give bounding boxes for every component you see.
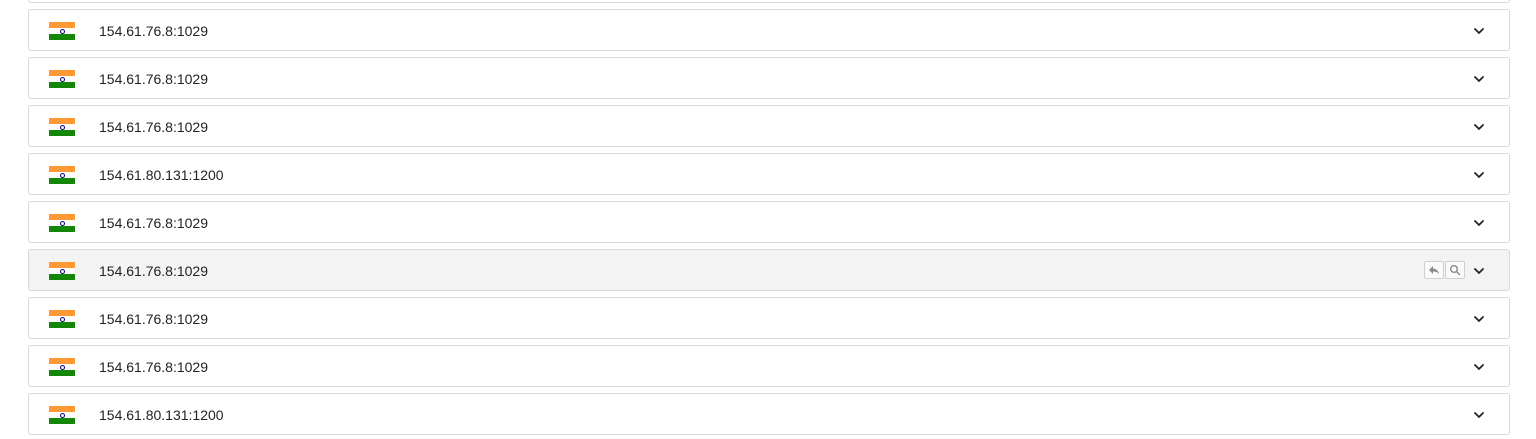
chevron-down-icon[interactable] [1471, 71, 1487, 87]
chevron-down-icon[interactable] [1471, 119, 1487, 135]
list-item[interactable]: 154.61.80.131:1200 [28, 153, 1510, 195]
list-item[interactable]: 154.61.80.131:1200 [28, 393, 1510, 435]
india-flag-icon [49, 214, 75, 232]
proxy-address: 154.61.76.8:1029 [99, 71, 208, 87]
chevron-down-icon[interactable] [1471, 23, 1487, 39]
india-flag-icon [49, 166, 75, 184]
chevron-down-icon[interactable] [1471, 167, 1487, 183]
chevron-down-icon[interactable] [1471, 311, 1487, 327]
search-button[interactable] [1445, 261, 1465, 279]
india-flag-icon [49, 118, 75, 136]
proxy-address: 154.61.80.131:1200 [99, 407, 224, 423]
chevron-down-icon[interactable] [1471, 263, 1487, 279]
proxy-address: 154.61.76.8:1029 [99, 359, 208, 375]
list-item-hovered[interactable]: 154.61.76.8:1029 [28, 249, 1510, 291]
row-actions [1423, 261, 1465, 281]
proxy-list: 154.61.76.8:1029 154.61.76.8:1029 154.61… [0, 0, 1536, 439]
list-item[interactable]: 154.61.76.8:1029 [28, 57, 1510, 99]
list-item[interactable]: 154.61.76.8:1029 [28, 201, 1510, 243]
reply-icon [1429, 266, 1439, 275]
india-flag-icon [49, 262, 75, 280]
proxy-address: 154.61.76.8:1029 [99, 119, 208, 135]
list-item[interactable]: 154.61.76.8:1029 [28, 297, 1510, 339]
india-flag-icon [49, 406, 75, 424]
list-item[interactable]: 154.61.76.8:1029 [28, 9, 1510, 51]
proxy-address: 154.61.80.131:1200 [99, 167, 224, 183]
list-item[interactable]: 154.61.76.8:1029 [28, 345, 1510, 387]
chevron-down-icon[interactable] [1471, 215, 1487, 231]
india-flag-icon [49, 22, 75, 40]
list-item[interactable]: 154.61.76.8:1029 [28, 105, 1510, 147]
proxy-address: 154.61.76.8:1029 [99, 311, 208, 327]
reply-button[interactable] [1424, 261, 1444, 279]
proxy-address: 154.61.76.8:1029 [99, 23, 208, 39]
chevron-down-icon[interactable] [1471, 407, 1487, 423]
india-flag-icon [49, 310, 75, 328]
india-flag-icon [49, 70, 75, 88]
proxy-address: 154.61.76.8:1029 [99, 215, 208, 231]
proxy-address: 154.61.76.8:1029 [99, 263, 208, 279]
india-flag-icon [49, 358, 75, 376]
chevron-down-icon[interactable] [1471, 359, 1487, 375]
list-item-partial [28, 0, 1510, 3]
search-icon [1450, 265, 1461, 276]
